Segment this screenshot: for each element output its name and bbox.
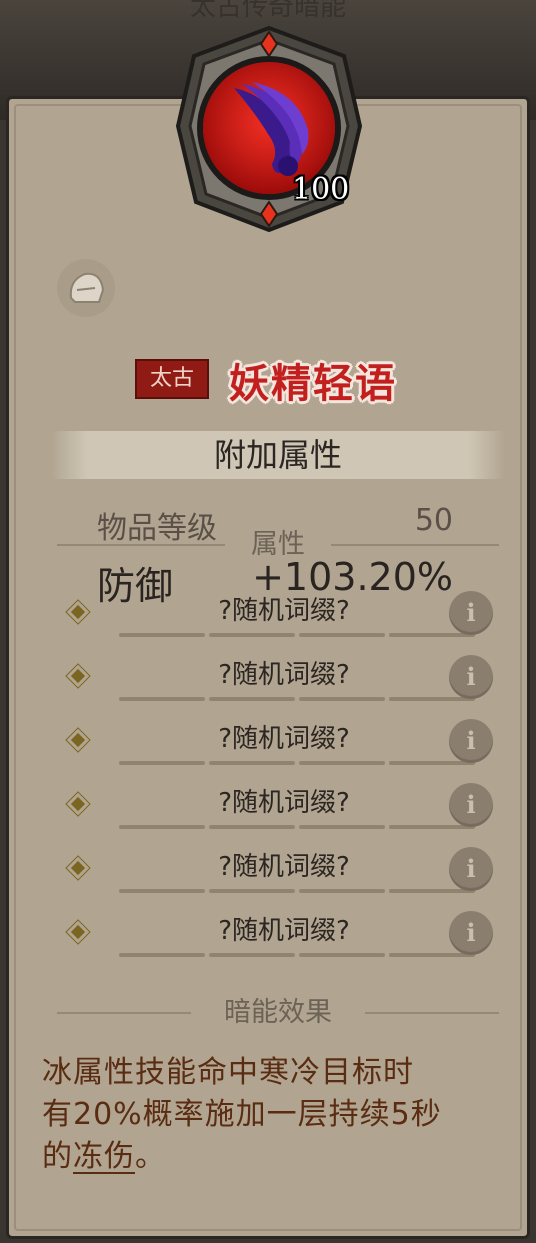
attributes-header: 附加属性 xyxy=(51,431,505,479)
info-icon[interactable]: i xyxy=(449,783,493,827)
tier-badge: 太古 xyxy=(135,359,209,399)
affix-label: ?随机词缀? xyxy=(218,852,350,882)
affix-row: ?随机词缀? i xyxy=(69,783,499,839)
affix-bars xyxy=(119,697,475,701)
effect-prefix: 的 xyxy=(42,1139,73,1174)
helmet-icon[interactable] xyxy=(57,259,115,317)
info-icon[interactable]: i xyxy=(449,847,493,891)
affix-row: ?随机词缀? i xyxy=(69,591,499,647)
info-icon[interactable]: i xyxy=(449,655,493,699)
affix-bars xyxy=(119,953,475,957)
info-icon[interactable]: i xyxy=(449,719,493,763)
affix-bars xyxy=(119,633,475,637)
affix-bars xyxy=(119,889,475,893)
affix-bars xyxy=(119,825,475,829)
affix-label: ?随机词缀? xyxy=(218,660,350,690)
item-level-badge: 100 xyxy=(292,172,350,207)
background-title: 太古传奇暗能 xyxy=(189,0,346,22)
affix-row: ?随机词缀? i xyxy=(69,719,499,775)
affix-label: ?随机词缀? xyxy=(218,596,350,626)
dark-energy-title: 暗能效果 xyxy=(224,997,332,1028)
dark-energy-divider: 暗能效果 xyxy=(57,998,499,1028)
item-name: 妖精轻语 xyxy=(229,361,397,407)
info-icon[interactable]: i xyxy=(449,591,493,635)
properties-divider: 属性 xyxy=(57,530,499,560)
info-icon[interactable]: i xyxy=(449,911,493,955)
effect-line-2: 有20%概率施加一层持续5秒 xyxy=(42,1097,442,1132)
affix-row: ?随机词缀? i xyxy=(69,911,499,967)
affix-label: ?随机词缀? xyxy=(218,724,350,754)
dark-energy-description: 冰属性技能命中寒冷目标时 有20%概率施加一层持续5秒 的冻伤。 xyxy=(42,1052,512,1178)
effect-line-3: 的冻伤。 xyxy=(42,1136,512,1178)
affix-bars xyxy=(119,761,475,765)
properties-title: 属性 xyxy=(251,529,305,560)
affix-label: ?随机词缀? xyxy=(218,916,350,946)
frostbite-link[interactable]: 冻伤 xyxy=(73,1139,135,1174)
affix-row: ?随机词缀? i xyxy=(69,847,499,903)
effect-line-1: 冰属性技能命中寒冷目标时 xyxy=(42,1055,414,1090)
affix-row: ?随机词缀? i xyxy=(69,655,499,711)
effect-suffix: 。 xyxy=(135,1139,166,1174)
affix-label: ?随机词缀? xyxy=(218,788,350,818)
